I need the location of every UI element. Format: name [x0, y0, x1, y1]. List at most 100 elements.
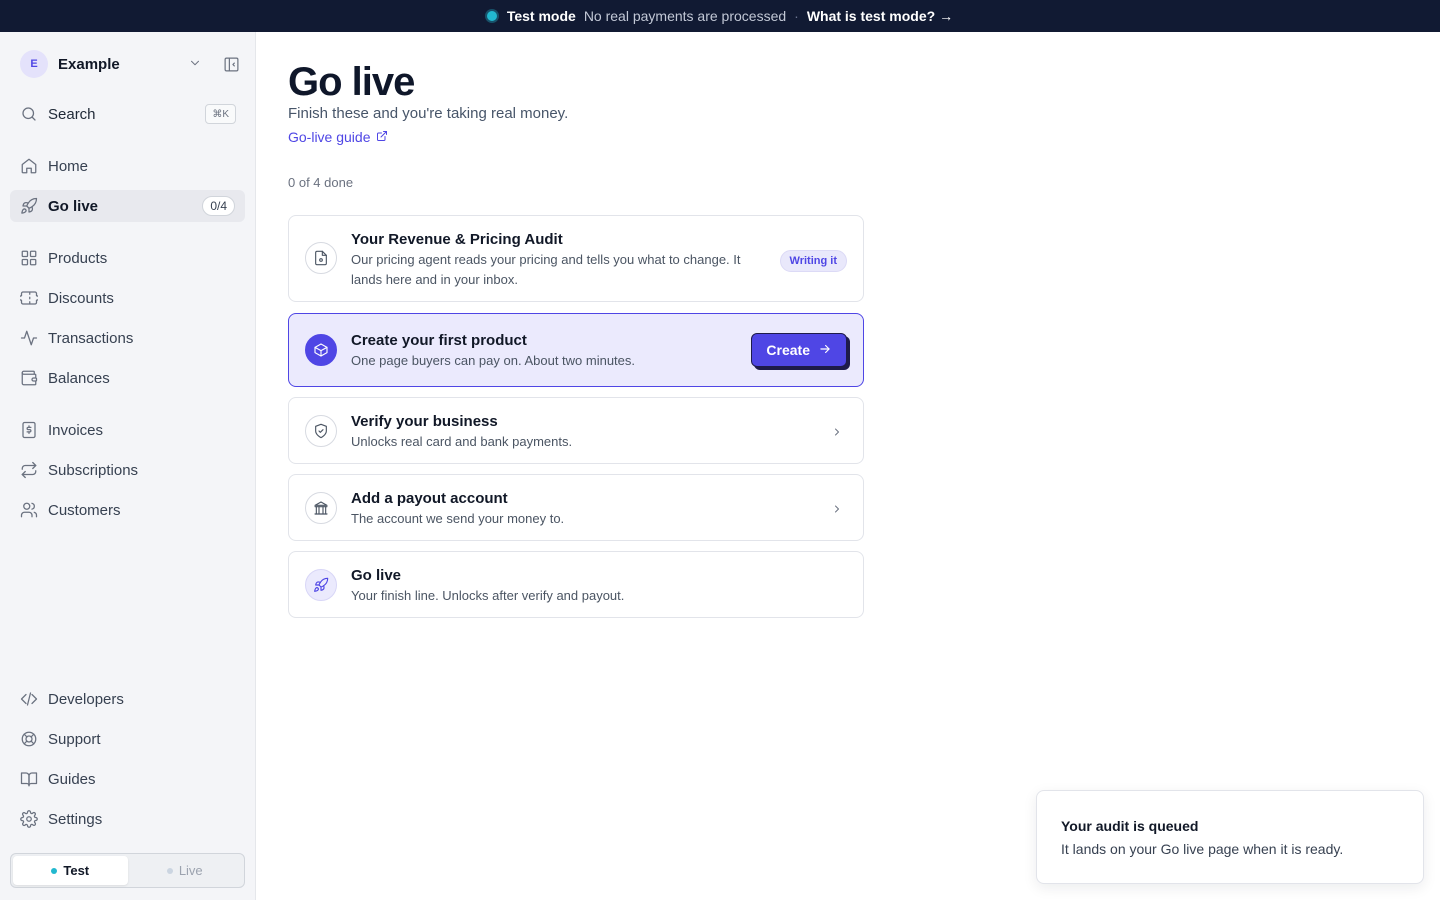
- sidebar-item-transactions[interactable]: Transactions: [10, 322, 245, 354]
- sidebar: E Example Search ⌘K Home Go live 0/4 Pro…: [0, 32, 256, 900]
- sidebar-item-invoices[interactable]: Invoices: [10, 414, 245, 446]
- chevron-right-icon: [831, 425, 843, 437]
- search-label: Search: [48, 105, 96, 123]
- page-title: Go live: [288, 60, 415, 104]
- invoice-icon: [20, 421, 38, 439]
- sidebar-item-label: Go live: [48, 197, 99, 215]
- test-mode-label: Test mode: [506, 8, 576, 24]
- search-shortcut-badge: ⌘K: [205, 104, 236, 124]
- sidebar-item-label: Settings: [48, 810, 103, 828]
- search-icon: [20, 105, 38, 123]
- task-description: One page buyers can pay on. About two mi…: [351, 353, 636, 368]
- code-icon: [20, 690, 38, 708]
- task-card-create-product[interactable]: Create your first product One page buyer…: [288, 313, 864, 387]
- gear-icon: [20, 810, 38, 828]
- toast-notification: Your audit is queued It lands on your Go…: [1036, 790, 1424, 884]
- document-icon: [305, 242, 337, 274]
- env-live-label: Live: [178, 863, 203, 878]
- rocket-icon: [20, 197, 38, 215]
- env-live-option[interactable]: Live: [128, 856, 243, 885]
- sidebar-item-label: Transactions: [48, 329, 134, 347]
- grid-icon: [20, 249, 38, 267]
- sidebar-item-discounts[interactable]: Discounts: [10, 282, 245, 314]
- sidebar-item-products[interactable]: Products: [10, 242, 245, 274]
- env-test-dot-icon: [51, 867, 58, 874]
- chevron-right-icon: [831, 502, 843, 514]
- sidebar-item-developers[interactable]: Developers: [10, 683, 245, 715]
- go-live-progress-badge: 0/4: [202, 196, 235, 216]
- task-title: Your Revenue & Pricing Audit: [351, 231, 563, 248]
- sidebar-item-label: Products: [48, 249, 108, 267]
- sidebar-item-label: Support: [48, 730, 101, 748]
- sidebar-item-go-live[interactable]: Go live 0/4: [10, 190, 245, 222]
- toast-message: It lands on your Go live page when it is…: [1061, 841, 1344, 857]
- arrow-right-icon: [818, 342, 832, 359]
- sidebar-item-settings[interactable]: Settings: [10, 803, 245, 835]
- package-icon: [305, 334, 337, 366]
- bank-icon: [305, 492, 337, 524]
- repeat-icon: [20, 461, 38, 479]
- what-is-test-mode-label: What is test mode?: [806, 8, 936, 24]
- env-test-option[interactable]: Test: [13, 856, 128, 885]
- task-description: Unlocks real card and bank payments.: [351, 434, 573, 449]
- sidebar-item-subscriptions[interactable]: Subscriptions: [10, 454, 245, 486]
- create-product-button[interactable]: Create: [751, 333, 847, 367]
- sidebar-item-support[interactable]: Support: [10, 723, 245, 755]
- sidebar-item-label: Invoices: [48, 421, 104, 439]
- sidebar-item-label: Balances: [48, 369, 110, 387]
- home-icon: [20, 157, 38, 175]
- task-title: Verify your business: [351, 413, 498, 430]
- sidebar-item-label: Developers: [48, 690, 124, 708]
- wallet-icon: [20, 369, 38, 387]
- task-card-verify-business[interactable]: Verify your business Unlocks real card a…: [288, 397, 864, 464]
- create-button-label: Create: [766, 342, 810, 358]
- sidebar-item-guides[interactable]: Guides: [10, 763, 245, 795]
- workspace-switcher[interactable]: E Example: [20, 49, 240, 79]
- sidebar-item-label: Discounts: [48, 289, 114, 307]
- page-subtitle: Finish these and you're taking real mone…: [288, 105, 569, 122]
- test-mode-indicator-icon: [486, 11, 497, 21]
- sidebar-collapse-icon[interactable]: [222, 55, 240, 73]
- task-title: Add a payout account: [351, 490, 508, 507]
- external-link-icon: [376, 129, 388, 145]
- toast-title: Your audit is queued: [1061, 818, 1199, 834]
- environment-toggle: Test Live: [10, 853, 245, 888]
- sidebar-item-balances[interactable]: Balances: [10, 362, 245, 394]
- chevron-down-icon: [188, 56, 202, 70]
- task-card-pricing-audit[interactable]: Your Revenue & Pricing Audit Our pricing…: [288, 215, 864, 302]
- go-live-guide-link[interactable]: Go-live guide: [288, 129, 388, 145]
- env-live-dot-icon: [166, 867, 173, 874]
- sidebar-item-customers[interactable]: Customers: [10, 494, 245, 526]
- test-mode-note: No real payments are processed: [583, 8, 787, 24]
- sidebar-item-label: Guides: [48, 770, 96, 788]
- task-description: Your finish line. Unlocks after verify a…: [351, 588, 625, 603]
- workspace-avatar: E: [20, 50, 48, 78]
- users-icon: [20, 501, 38, 519]
- shield-check-icon: [305, 415, 337, 447]
- book-open-icon: [20, 770, 38, 788]
- banner-separator: ·: [794, 8, 799, 24]
- what-is-test-mode-link[interactable]: What is test mode? →: [807, 8, 953, 24]
- sidebar-item-label: Subscriptions: [48, 461, 139, 479]
- task-title: Go live: [351, 567, 402, 584]
- task-title: Create your first product: [351, 332, 527, 349]
- sidebar-item-label: Home: [48, 157, 89, 175]
- sidebar-item-label: Customers: [48, 501, 121, 519]
- sidebar-item-home[interactable]: Home: [10, 150, 245, 182]
- task-description: The account we send your money to.: [351, 511, 565, 526]
- ticket-icon: [20, 289, 38, 307]
- task-card-go-live: Go live Your finish line. Unlocks after …: [288, 551, 864, 618]
- go-live-guide-label: Go-live guide: [288, 129, 371, 145]
- status-badge: Writing it: [779, 250, 847, 272]
- task-card-payout-account[interactable]: Add a payout account The account we send…: [288, 474, 864, 541]
- search-button[interactable]: Search ⌘K: [20, 102, 236, 126]
- rocket-icon: [305, 569, 337, 601]
- progress-summary: 0 of 4 done: [288, 175, 354, 190]
- env-test-label: Test: [63, 863, 90, 878]
- workspace-name: Example: [58, 55, 120, 73]
- task-description: Our pricing agent reads your pricing and…: [351, 252, 741, 287]
- arrow-right-icon: →: [939, 8, 954, 24]
- life-buoy-icon: [20, 730, 38, 748]
- activity-icon: [20, 329, 38, 347]
- test-mode-banner: Test mode No real payments are processed…: [0, 0, 1440, 32]
